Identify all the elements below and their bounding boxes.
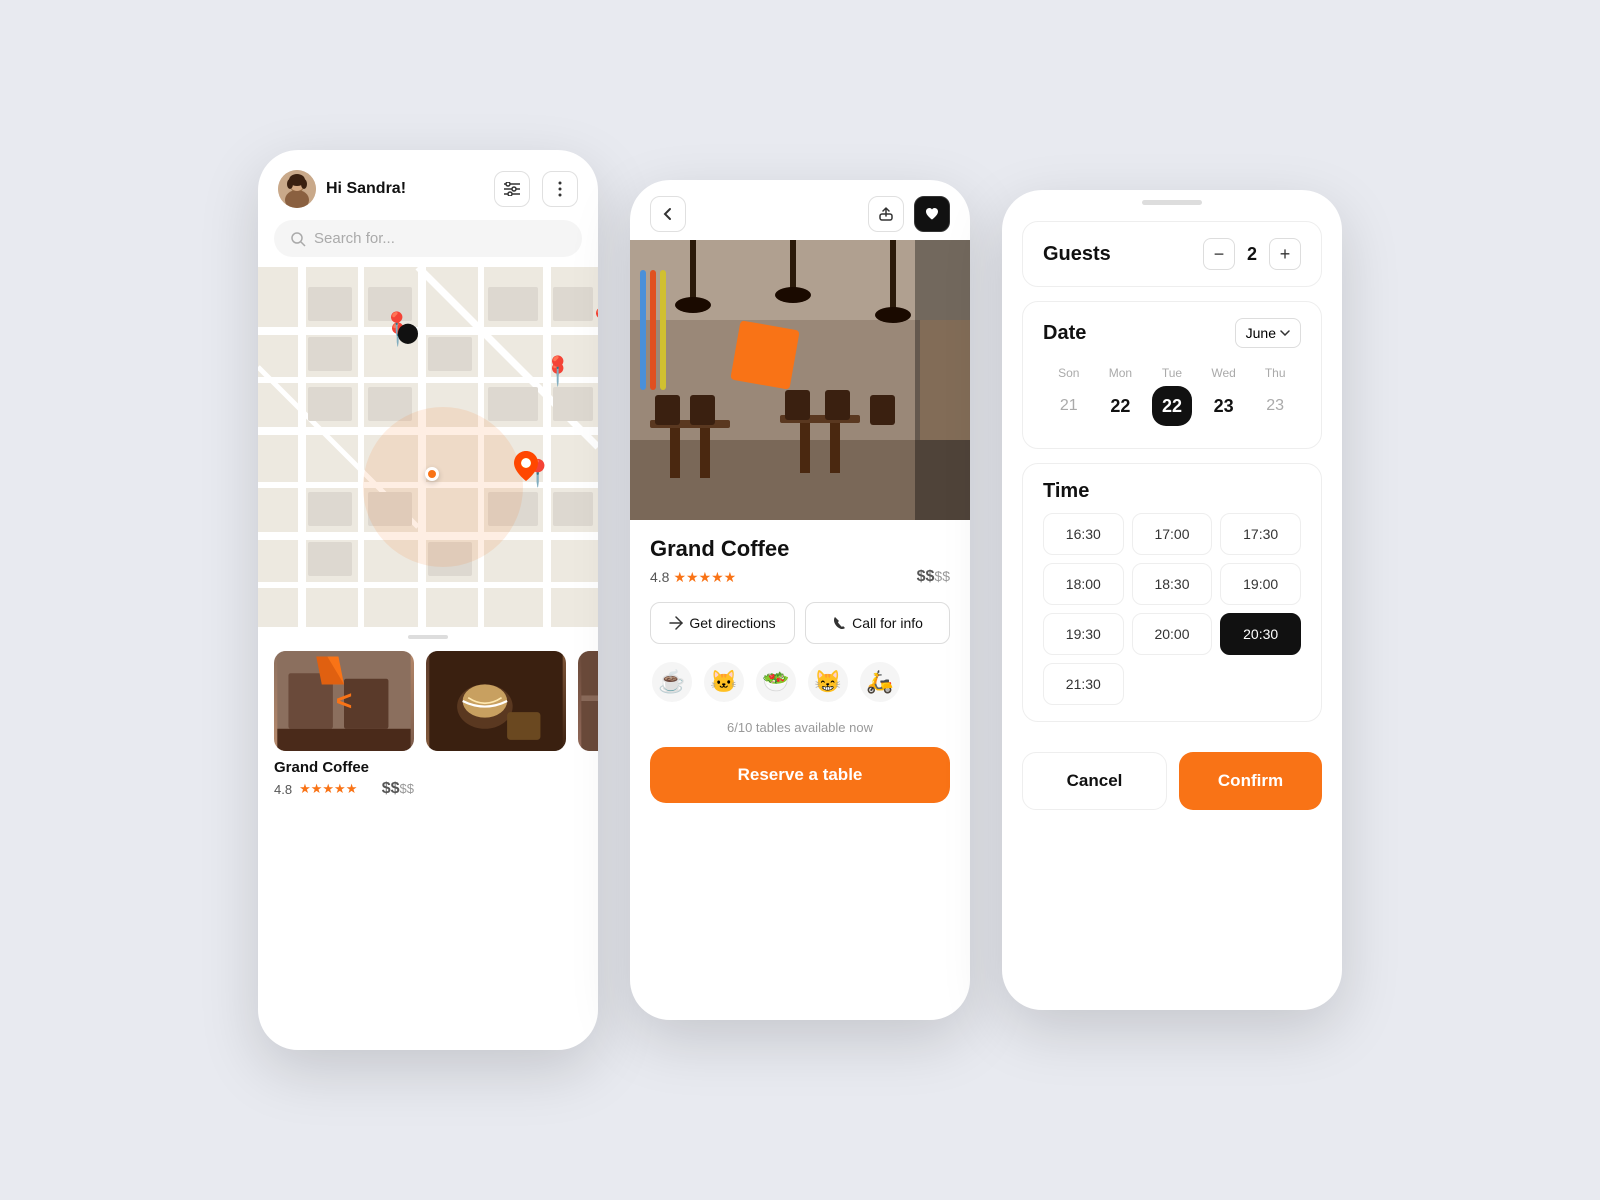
card-image-3 [578,651,598,751]
detail-top-bar [630,180,970,240]
month-selector[interactable]: June [1235,318,1301,348]
reservation-actions: Cancel Confirm [1002,736,1342,830]
search-placeholder: Search for... [314,230,395,247]
directions-button[interactable]: Get directions [650,602,795,644]
calendar-day-sun[interactable]: Son 21 [1043,360,1095,432]
avatar [278,170,316,208]
date-header: Date June [1043,318,1301,348]
filter-button[interactable] [494,171,530,207]
calendar-day-tue[interactable]: Tue 22 [1146,360,1198,432]
guests-label: Guests [1043,243,1111,266]
calendar-day-wed[interactable]: Wed 23 [1198,360,1250,432]
time-1700[interactable]: 17:00 [1132,513,1213,555]
time-1730[interactable]: 17:30 [1220,513,1301,555]
cancel-button[interactable]: Cancel [1022,752,1167,810]
emoji-3: 🥗 [754,660,798,704]
phone-map-screen: Hi Sandra! [258,150,598,1050]
more-button[interactable] [542,171,578,207]
guests-count: 2 [1247,244,1257,265]
card-price: $$$$ [382,780,414,798]
reservation-content: Guests − 2 + Date June [1002,221,1342,722]
header-actions [494,171,578,207]
restaurant-meta: 4.8 ★★★★★ $$$$ [650,568,950,586]
reserve-button[interactable]: Reserve a table [650,747,950,803]
phone-reservation-screen: Guests − 2 + Date June [1002,190,1342,1010]
star-icons: ★★★★★ [299,781,357,797]
notch [1142,200,1202,205]
map-view[interactable]: 📍 📍 📍 📍 📍 📍 ⬤ 📍 📍 📍 📍 📍 [258,267,598,627]
drag-handle [408,635,448,639]
card-grand-coffee[interactable]: < Grand Coffee 4.8 ★★★★★ $$$$ [274,651,414,798]
restaurant-stars: ★★★★★ [673,569,736,586]
calendar-day-thu[interactable]: Thu 23 [1249,360,1301,432]
time-2130[interactable]: 21:30 [1043,663,1124,705]
time-slots-grid: 16:30 17:00 17:30 18:00 18:30 19:00 19:3… [1043,513,1301,705]
table-availability: 6/10 tables available now [650,720,950,735]
detail-actions [868,196,950,232]
guests-plus-button[interactable]: + [1269,238,1301,270]
card-image-1: < [274,651,414,751]
emoji-2: 🐱 [702,660,746,704]
card-rating: 4.8 ★★★★★ [274,781,357,797]
detail-content: Grand Coffee 4.8 ★★★★★ $$$$ Get directio… [630,520,970,819]
time-1930[interactable]: 19:30 [1043,613,1124,655]
guests-minus-button[interactable]: − [1203,238,1235,270]
user-location-dot [425,467,439,481]
guests-header: Guests − 2 + [1043,238,1301,270]
confirm-button[interactable]: Confirm [1179,752,1322,810]
card-name: Grand Coffee [274,759,414,776]
greeting-text: Hi Sandra! [326,180,406,198]
map-pin-1[interactable]: 📍 [383,311,410,337]
map-pin-2[interactable]: 📍 [588,307,598,333]
card-image-2 [426,651,566,751]
map-header: Hi Sandra! [258,150,598,220]
time-2030[interactable]: 20:30 [1220,613,1301,655]
emoji-4: 😸 [806,660,850,704]
date-label: Date [1043,322,1086,345]
date-calendar: Son 21 Mon 22 Tue 22 Wed 23 [1043,360,1301,432]
restaurant-name: Grand Coffee [650,536,950,562]
user-avatars: ☕ 🐱 🥗 😸 🛵 [650,660,950,704]
restaurant-hero-image [630,240,970,520]
chevron-down-icon [1280,330,1290,336]
guests-section: Guests − 2 + [1022,221,1322,287]
card-meta: 4.8 ★★★★★ $$$$ [274,780,414,798]
share-button[interactable] [868,196,904,232]
map-pin-selected[interactable] [514,451,538,488]
time-1800[interactable]: 18:00 [1043,563,1124,605]
restaurant-cards: < Grand Coffee 4.8 ★★★★★ $$$$ [258,651,598,798]
time-1830[interactable]: 18:30 [1132,563,1213,605]
calendar-day-mon[interactable]: Mon 22 [1095,360,1147,432]
restaurant-actions: Get directions Call for info [650,602,950,644]
search-bar[interactable]: Search for... [274,220,582,257]
map-pin-3[interactable]: 📍 [544,355,571,381]
time-2000[interactable]: 20:00 [1132,613,1213,655]
time-header: Time [1043,480,1301,503]
emoji-5: 🛵 [858,660,902,704]
restaurant-rating: 4.8 ★★★★★ [650,569,736,586]
date-section: Date June Son 21 Mon 22 [1022,301,1322,449]
time-1630[interactable]: 16:30 [1043,513,1124,555]
user-info: Hi Sandra! [278,170,406,208]
time-label: Time [1043,480,1089,503]
card-coffee-2[interactable] [426,651,566,798]
card-extra[interactable] [578,651,598,798]
back-button[interactable] [650,196,686,232]
emoji-1: ☕ [650,660,694,704]
call-button[interactable]: Call for info [805,602,950,644]
phone-detail-screen: Grand Coffee 4.8 ★★★★★ $$$$ Get directio… [630,180,970,1020]
favorite-button[interactable] [914,196,950,232]
restaurant-price: $$$$ [917,568,950,586]
directions-icon [669,616,683,630]
search-icon [290,231,306,247]
phone-icon [832,616,846,630]
time-1900[interactable]: 19:00 [1220,563,1301,605]
time-section: Time 16:30 17:00 17:30 18:00 18:30 19:00… [1022,463,1322,722]
guests-stepper: − 2 + [1203,238,1301,270]
card-chevron-icon: < [336,685,352,717]
